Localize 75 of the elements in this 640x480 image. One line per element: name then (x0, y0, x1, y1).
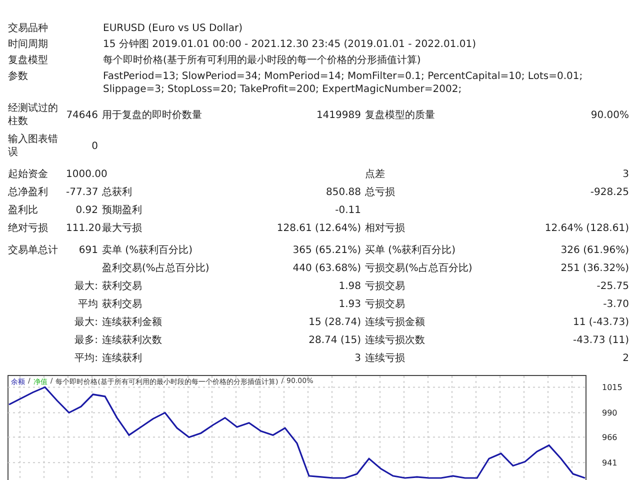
stat-label: 连续获利 (102, 352, 142, 365)
field-label: 复盘模型 (8, 54, 49, 67)
stat-label: 相对亏损 (365, 222, 405, 235)
stat-value: 1000.00 (66, 169, 108, 180)
stat-value: 3 (354, 352, 361, 365)
field-value: 每个即时价格(基于所有可利用的最小时段的每一个价格的分形插值计算) (103, 54, 422, 67)
stat-label: 连续亏损金额 (365, 316, 425, 329)
stat-value: 74646 (66, 110, 98, 120)
stat-label: 连续获利次数 (102, 334, 162, 347)
stat-value: 3 (622, 168, 629, 181)
stat-label: 获利交易 (102, 280, 142, 293)
stat-value: 850.88 (326, 186, 361, 199)
stat-value: 最大: (74, 281, 98, 292)
stat-label: 总获利 (102, 186, 132, 199)
stat-value: 最大: (74, 317, 98, 328)
stat-label: 连续获利金额 (102, 316, 162, 329)
field-value: EURUSD (Euro vs US Dollar) (103, 22, 244, 35)
stat-label: 卖单 (%获利百分比) (102, 244, 192, 257)
stat-value: 251 (36.32%) (560, 262, 629, 275)
axis-tick-label: 1015 (602, 383, 622, 392)
stat-label: 盈利比 (8, 204, 39, 217)
stat-value: -43.73 (11) (573, 334, 629, 347)
stat-label: 亏损交易 (365, 298, 405, 311)
stat-label: 总净盈利 (8, 186, 49, 199)
stat-value: 691 (78, 245, 98, 256)
axis-tick-label: 990 (602, 408, 618, 418)
stat-label: 复盘模型的质量 (365, 108, 435, 122)
stat-label: 总亏损 (365, 186, 395, 199)
field-label: 时间周期 (8, 38, 49, 51)
stat-label: 起始资金 (8, 168, 49, 181)
stat-value: -3.70 (603, 298, 629, 311)
axis-tick-label: 941 (602, 458, 618, 468)
stat-label: 绝对亏损 (8, 222, 49, 235)
field-label: 交易品种 (8, 22, 49, 35)
stat-label: 最大亏损 (102, 222, 142, 235)
stat-value: 平均: (74, 353, 98, 364)
stat-label: 获利交易 (102, 298, 142, 311)
stat-value: 1419989 (316, 108, 361, 122)
stat-label: 亏损交易 (365, 280, 405, 293)
stat-label: 盈利交易(%占总百分比) (102, 262, 210, 275)
stat-value: 90.00% (590, 108, 629, 122)
stat-value: 326 (61.96%) (560, 244, 629, 257)
stat-value: 0.92 (76, 205, 98, 216)
stat-value: 最多: (74, 335, 98, 346)
stat-label: 连续亏损次数 (365, 334, 425, 347)
stat-label: 点差 (365, 168, 385, 181)
stat-value: 平均 (78, 299, 98, 310)
stat-value: 2 (622, 352, 629, 365)
stat-value: 365 (65.21%) (292, 244, 361, 257)
stat-value: 440 (63.68%) (292, 262, 361, 275)
stat-value: 28.74 (15) (308, 334, 361, 347)
axis-tick-label: 966 (602, 433, 618, 442)
stat-value: 0 (92, 140, 98, 152)
stat-value: -77.37 (66, 187, 98, 198)
stat-label: 交易单总计 (8, 244, 59, 257)
stat-value: 1.93 (338, 298, 361, 311)
stat-value: 11 (-43.73) (573, 316, 629, 329)
stat-value: 12.64% (128.61) (544, 222, 629, 235)
field-value: FastPeriod=13; SlowPeriod=34; MomPeriod=14; MomFilter=0.1; PercentCapital=10; Lots=0.01; Slippage=3; StopLoss=20; TakeProfit=200; ExpertMagicNumber=2002; (103, 70, 584, 96)
stat-value: 1.98 (338, 280, 361, 293)
stat-label: 输入图表错误 (8, 133, 59, 159)
stat-value: 128.61 (12.64%) (276, 222, 361, 235)
stat-value: 15 (28.74) (308, 316, 361, 329)
stat-label: 经测试过的柱数 (8, 102, 59, 128)
stat-label: 亏损交易(%占总百分比) (365, 262, 472, 275)
field-value: 15 分钟图 2019.01.01 00:00 - 2021.12.30 23:45 (2019.01.01 - 2022.01.01) (103, 38, 478, 51)
stat-label: 买单 (%获利百分比) (365, 244, 456, 257)
stat-value: 111.20 (66, 223, 101, 234)
stat-label: 连续亏损 (365, 352, 405, 365)
stat-label: 用于复盘的即时价数量 (102, 108, 202, 122)
stat-value: -928.25 (590, 186, 629, 199)
stat-value: -25.75 (596, 280, 629, 293)
stat-value: -0.11 (335, 204, 361, 217)
stat-label: 预期盈利 (102, 204, 142, 217)
field-label: 参数 (8, 70, 29, 84)
